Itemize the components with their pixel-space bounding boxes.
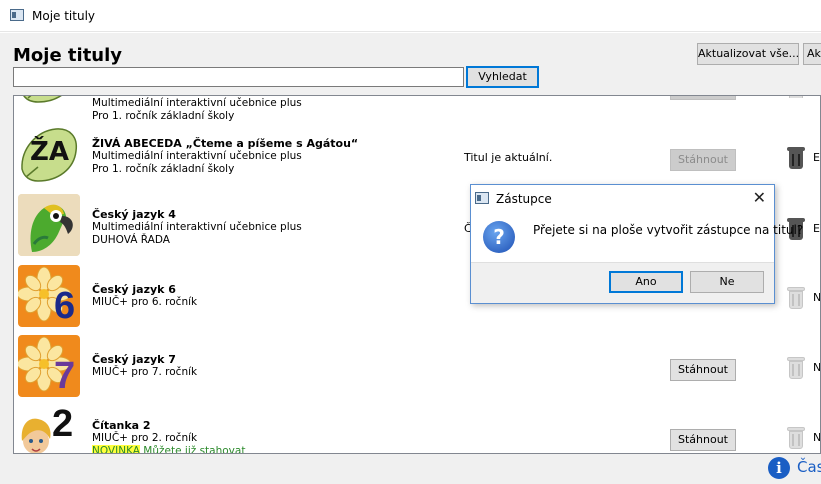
window-title: Moje tituly (32, 9, 96, 23)
shortcut-dialog: Zástupce ✕ ? Přejete si na ploše vytvoři… (470, 184, 803, 304)
title-name: Čítanka 2 (92, 419, 151, 432)
cover-number: 7 (54, 355, 76, 397)
trash-label: N (813, 291, 821, 304)
yes-button[interactable]: Ano (609, 271, 683, 293)
trash-icon[interactable] (787, 427, 805, 449)
cover-number: 6 (54, 285, 76, 327)
dialog-body: ? Přejete si na ploše vytvořit zástupce … (471, 212, 803, 262)
trash-label: N (813, 431, 821, 444)
trash-icon[interactable] (787, 287, 805, 309)
close-icon[interactable]: ✕ (753, 189, 766, 207)
trash-icon[interactable] (787, 357, 805, 379)
dialog-title: Zástupce (496, 192, 552, 206)
title-row[interactable]: 7 Český jazyk 7 MIUČ+ pro 7. ročník Stáh… (14, 333, 821, 403)
second-toolbar-button[interactable]: Akt (803, 43, 821, 65)
title-name: ŽIVÁ ABECEDA „Čteme a píšeme s Agátou“ (92, 137, 359, 150)
app-window-icon (10, 9, 24, 21)
info-icon: i (768, 457, 790, 479)
download-button[interactable]: Stáhnout (670, 149, 736, 171)
download-button[interactable]: Stáhnout (670, 429, 736, 451)
title-cover-image (18, 194, 80, 256)
trash-label: N (813, 361, 821, 374)
title-name: Český jazyk 4 (92, 208, 176, 221)
title-row[interactable]: ŽA ŽIVÁ ABECEDA „Čteme a píšeme s Agátou… (14, 121, 820, 191)
title-cover-image: 2 (18, 405, 80, 453)
dialog-titlebar: Zástupce ✕ (471, 185, 774, 212)
cover-lettering: ŽA (30, 137, 69, 167)
title-grade: Pro 1. ročník základní školy (92, 163, 235, 175)
trash-label: E (813, 222, 820, 235)
title-subtitle: MIUČ+ pro 2. ročník (92, 432, 198, 444)
title-subtitle: MIUČ+ pro 7. ročník (92, 366, 198, 378)
title-name: Český jazyk 7 (92, 353, 176, 366)
app-window-icon (475, 192, 489, 204)
download-button[interactable]: Stáhnout (670, 359, 736, 381)
cover-number: 2 (52, 405, 74, 445)
page-title: Moje tituly (13, 45, 123, 66)
new-badge: NOVINKA (92, 445, 140, 453)
no-button[interactable]: Ne (690, 271, 764, 293)
download-button[interactable] (670, 96, 736, 100)
title-row[interactable]: Multimediální interaktivní učebnice plus… (14, 96, 820, 122)
question-icon: ? (483, 221, 515, 253)
dialog-footer: Ano Ne (471, 262, 774, 303)
update-all-button[interactable]: Aktualizovat vše... (697, 43, 799, 65)
trash-label: E (813, 151, 820, 164)
title-status: Titul je aktuální. (464, 151, 553, 164)
title-cover-image: ŽA (18, 123, 80, 185)
title-cover-image (18, 96, 80, 110)
title-grade: DUHOVÁ ŘADA (92, 234, 170, 246)
title-availability: Můžete již stahovat (143, 445, 246, 454)
search-input[interactable] (13, 67, 464, 87)
trash-icon[interactable] (787, 147, 805, 169)
dialog-message: Přejete si na ploše vytvořit zástupce na… (533, 223, 804, 237)
trash-icon[interactable] (787, 96, 805, 98)
title-subtitle: MIUČ+ pro 6. ročník (92, 296, 198, 308)
title-name: Český jazyk 6 (92, 283, 176, 296)
title-cover-image: 6 (18, 265, 80, 327)
info-link-label: Čas (797, 458, 821, 476)
title-subtitle: Multimediální interaktivní učebnice plus (92, 150, 302, 162)
title-subtitle: Multimediální interaktivní učebnice plus (92, 221, 302, 233)
title-cover-image: 7 (18, 335, 80, 397)
title-subtitle: Multimediální interaktivní učebnice plus (92, 97, 302, 109)
search-button[interactable]: Vyhledat (466, 66, 539, 88)
window-titlebar: Moje tituly (0, 0, 821, 32)
title-row[interactable]: 2 Čítanka 2 MIUČ+ pro 2. ročník NOVINKA … (14, 403, 821, 454)
